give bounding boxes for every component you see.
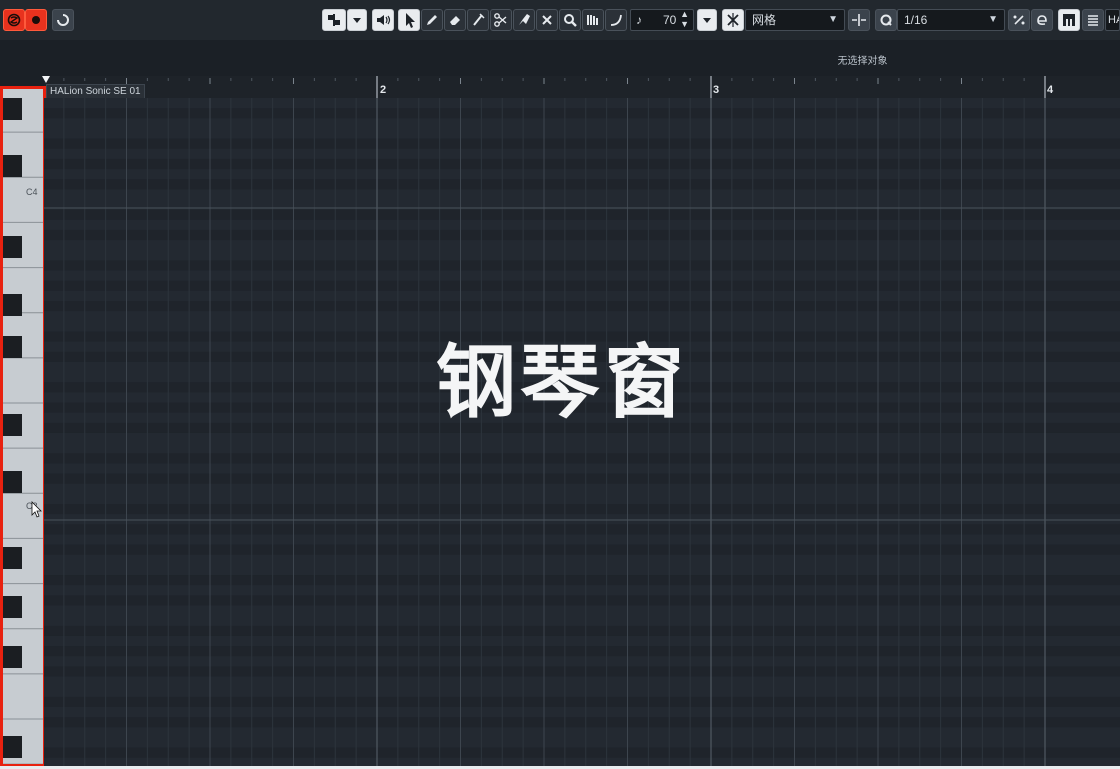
grid-type-value: 网格 — [752, 13, 777, 27]
grid-row-shade — [44, 260, 1120, 271]
grid-row-shade — [44, 473, 1120, 484]
track-list-icon[interactable] — [1082, 9, 1104, 31]
black-key — [0, 414, 22, 436]
key-label-c4: C4 — [26, 187, 38, 197]
grid-row-shade — [44, 696, 1120, 707]
grid-type-select[interactable]: 网格 ▼ — [745, 9, 845, 31]
selection-status: 无选择对象 — [837, 56, 888, 67]
black-key — [0, 471, 22, 493]
black-key — [0, 294, 22, 316]
bar-number: 3 — [713, 84, 720, 96]
line-tool-icon[interactable] — [582, 9, 604, 31]
snap-toggle-icon[interactable] — [722, 9, 744, 31]
speaker-icon[interactable] — [372, 9, 394, 31]
grid-row-shade — [44, 646, 1120, 657]
auto-scroll-menu-chevron-down-icon[interactable] — [347, 9, 367, 31]
black-key — [0, 646, 22, 668]
zoom-magnifier-icon[interactable] — [559, 9, 581, 31]
mute-x-icon[interactable] — [536, 9, 558, 31]
video-caption-title: 钢琴窗 — [436, 336, 688, 429]
grid-row-shade — [44, 666, 1120, 677]
black-key — [0, 98, 22, 120]
trim-knife-icon[interactable] — [467, 9, 489, 31]
grid-row-shade — [44, 280, 1120, 291]
grid-type-chevron-down-icon: ▼ — [828, 14, 838, 25]
grid-row-shade — [44, 158, 1120, 170]
black-key — [0, 736, 22, 758]
quantize-icon[interactable] — [875, 9, 897, 31]
solo-monitor-icon[interactable] — [3, 9, 25, 31]
grid-row-shade — [44, 504, 1120, 515]
triplet-quantize-icon[interactable] — [1008, 9, 1030, 31]
black-key — [0, 155, 22, 177]
object-select-arrow-icon[interactable] — [398, 9, 420, 31]
instrument-short-label: HA — [1108, 14, 1119, 26]
grid-row-shade — [44, 301, 1120, 312]
black-key — [0, 596, 22, 618]
erase-icon[interactable] — [444, 9, 466, 31]
grid-row-shade — [44, 747, 1120, 758]
ruler[interactable]: HALion Sonic SE 01 2 3 4 — [42, 76, 1120, 99]
grid-row-shade — [44, 138, 1120, 149]
quantize-chevron-down-icon: ▼ — [988, 14, 998, 25]
grid-row-shade — [44, 179, 1120, 190]
velocity-value: 70 — [663, 13, 677, 27]
black-key — [0, 336, 22, 358]
grid-row-shade — [44, 229, 1120, 241]
bar-number: 4 — [1047, 84, 1054, 96]
ruler-ticks — [63, 76, 1046, 98]
iterative-quantize-icon[interactable] — [1031, 9, 1053, 31]
grid-row-shade — [44, 209, 1120, 220]
record-button[interactable] — [25, 9, 47, 31]
part-name-label: HALion Sonic SE 01 — [46, 84, 145, 99]
grid-row-shade — [44, 625, 1120, 636]
glue-icon[interactable] — [513, 9, 535, 31]
instrument-selector[interactable]: HA — [1105, 9, 1120, 31]
grid-row-shade — [44, 524, 1120, 535]
grid-row-shade — [44, 108, 1120, 119]
black-key — [0, 236, 22, 258]
insert-velocity-field[interactable]: ♪ 70 ▲ ▼ — [630, 9, 694, 31]
quantize-value: 1/16 — [904, 13, 928, 27]
toolbar: ♪ 70 ▲▼ 网格 ▼ 1/16 ▼ HA — [0, 0, 1120, 40]
grid-row-shade — [44, 717, 1120, 728]
velocity-stepper-icon[interactable]: ▲ ▼ — [680, 9, 689, 29]
mouse-pointer-icon — [31, 501, 42, 518]
grid-row-shade — [44, 575, 1120, 586]
snap-to-zero-crossing-icon[interactable] — [848, 9, 870, 31]
draw-pencil-icon[interactable] — [421, 9, 443, 31]
split-scissors-icon[interactable] — [490, 9, 512, 31]
time-warp-icon[interactable] — [605, 9, 627, 31]
piano-keyboard[interactable]: C4 C3 — [0, 86, 44, 766]
velocity-menu-chevron-down-icon[interactable] — [697, 9, 717, 31]
velocity-note-icon: ♪ — [636, 13, 642, 27]
grid-row-shade — [44, 595, 1120, 606]
grid-row-shade — [44, 453, 1120, 464]
auto-scroll-icon[interactable] — [322, 9, 346, 31]
grid-row-shade — [44, 544, 1120, 555]
quantize-preset-select[interactable]: 1/16 ▼ — [897, 9, 1005, 31]
status-line: 无选择对象 — [0, 40, 1120, 76]
cycle-icon[interactable] — [52, 9, 74, 31]
bar-number: 2 — [380, 84, 387, 96]
inspector-toggle-icon[interactable] — [1058, 9, 1080, 31]
black-key — [0, 547, 22, 569]
